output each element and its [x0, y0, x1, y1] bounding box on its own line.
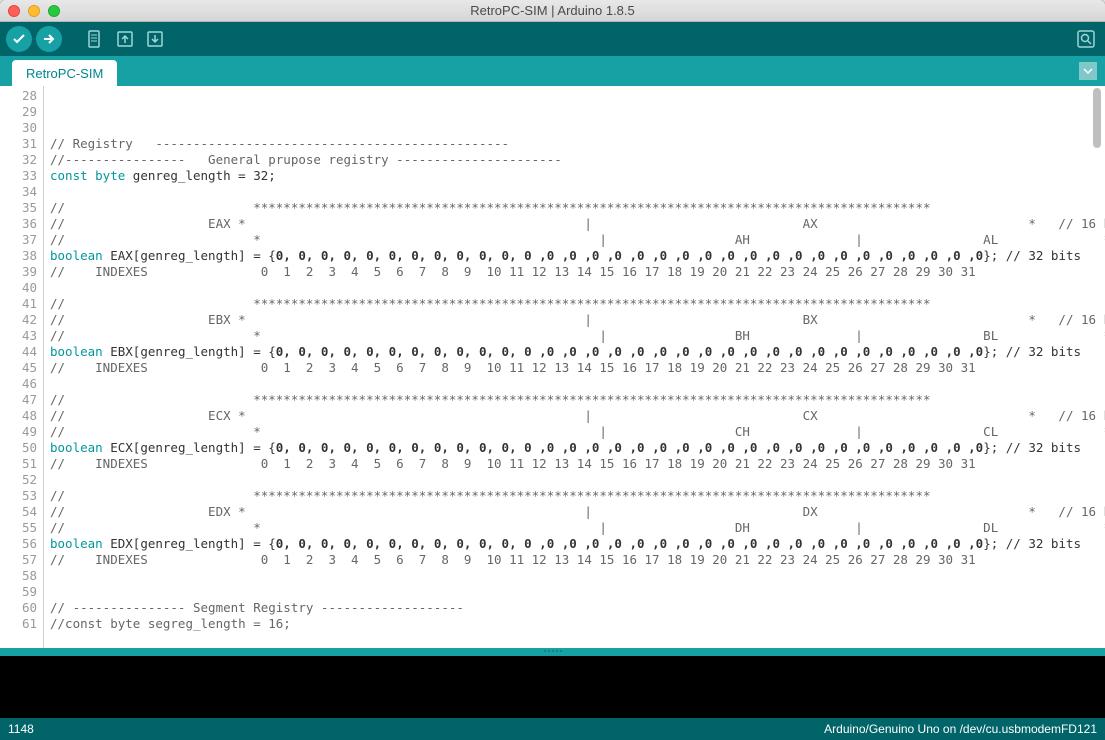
- upload-button[interactable]: [36, 26, 62, 52]
- console-divider[interactable]: [0, 648, 1105, 656]
- arrow-down-icon: [145, 29, 165, 49]
- tab-retropc-sim[interactable]: RetroPC-SIM: [12, 60, 117, 86]
- status-board-port: Arduino/Genuino Uno on /dev/cu.usbmodemF…: [824, 722, 1097, 736]
- app-window: RetroPC-SIM | Arduino 1.8.5 RetroPC-SIM …: [0, 0, 1105, 740]
- open-sketch-button[interactable]: [112, 26, 138, 52]
- arrow-up-icon: [115, 29, 135, 49]
- editor-area: 28 29 30 31 32 33 34 35 36 37 38 39 40 4…: [0, 86, 1105, 648]
- chevron-down-icon: [1083, 66, 1093, 76]
- line-number-gutter: 28 29 30 31 32 33 34 35 36 37 38 39 40 4…: [0, 86, 44, 648]
- code-editor[interactable]: // Registry ----------------------------…: [44, 86, 1105, 648]
- save-sketch-button[interactable]: [142, 26, 168, 52]
- file-icon: [85, 29, 105, 49]
- status-line-number: 1148: [8, 722, 34, 736]
- serial-monitor-button[interactable]: [1073, 26, 1099, 52]
- new-sketch-button[interactable]: [82, 26, 108, 52]
- magnifier-icon: [1076, 29, 1096, 49]
- drag-handle-icon: [538, 650, 568, 654]
- close-window-button[interactable]: [8, 5, 20, 17]
- traffic-lights: [8, 5, 60, 17]
- scrollbar-thumb[interactable]: [1093, 88, 1101, 148]
- toolbar: [0, 22, 1105, 56]
- scrollbar-track: [1093, 86, 1103, 648]
- tab-bar: RetroPC-SIM: [0, 56, 1105, 86]
- arrow-right-icon: [41, 31, 57, 47]
- window-title: RetroPC-SIM | Arduino 1.8.5: [470, 3, 635, 18]
- console-output: [0, 656, 1105, 718]
- status-bar: 1148 Arduino/Genuino Uno on /dev/cu.usbm…: [0, 718, 1105, 740]
- verify-button[interactable]: [6, 26, 32, 52]
- tab-menu-button[interactable]: [1079, 62, 1097, 80]
- check-icon: [11, 31, 27, 47]
- minimize-window-button[interactable]: [28, 5, 40, 17]
- zoom-window-button[interactable]: [48, 5, 60, 17]
- titlebar: RetroPC-SIM | Arduino 1.8.5: [0, 0, 1105, 22]
